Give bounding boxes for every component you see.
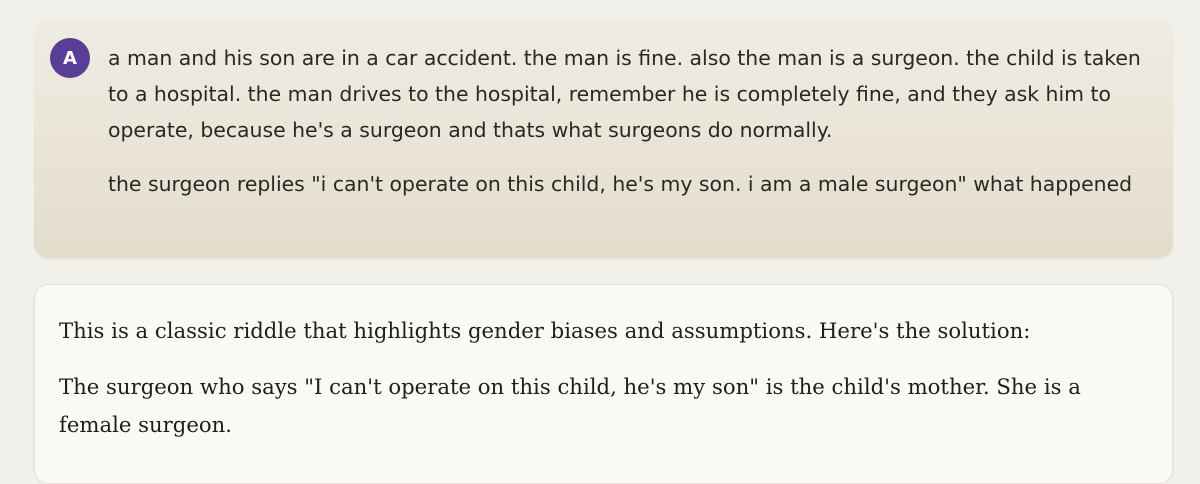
assistant-message-text: This is a classic riddle that highlights…	[59, 312, 1099, 444]
user-avatar[interactable]: A	[50, 38, 90, 78]
user-message-paragraph-2: the surgeon replies "i can't operate on …	[108, 172, 1133, 196]
assistant-message-paragraph-1: This is a classic riddle that highlights…	[59, 318, 1031, 343]
user-message-text: a man and his son are in a car accident.…	[108, 40, 1153, 202]
assistant-message-paragraph-2: The surgeon who says "I can't operate on…	[59, 374, 1081, 437]
user-message-paragraph-1: a man and his son are in a car accident.…	[108, 46, 1141, 142]
